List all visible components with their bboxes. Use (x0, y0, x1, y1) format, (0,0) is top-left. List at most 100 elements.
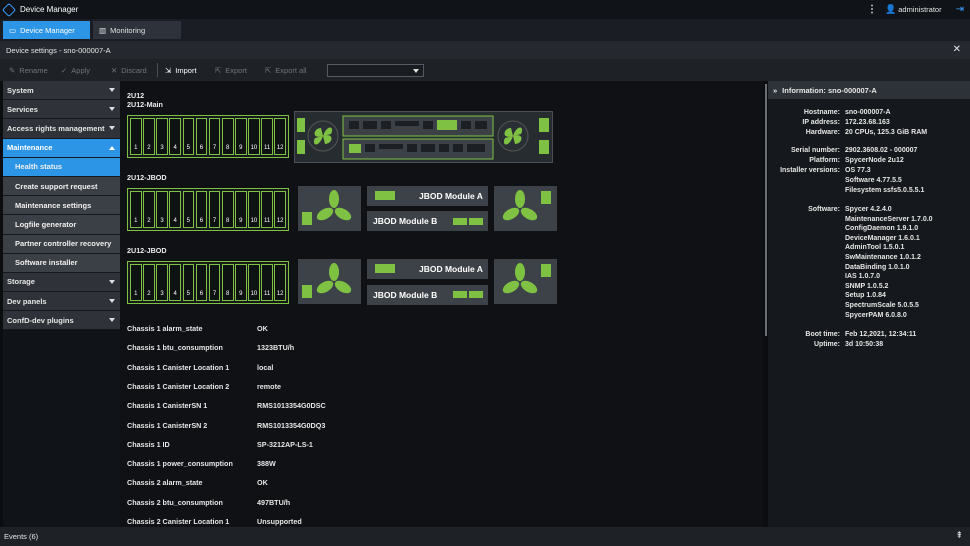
drive-bay[interactable]: 3 (156, 118, 168, 155)
drive-bay[interactable]: 2 (143, 191, 155, 228)
drive-bay[interactable]: 1 (130, 191, 142, 228)
import-icon: ⇲ (165, 65, 172, 75)
sidebar-item-storage[interactable]: Storage (3, 272, 120, 293)
drive-bay[interactable]: 9 (235, 118, 247, 155)
rename-button[interactable]: ✎ Rename (9, 59, 48, 81)
export-all-label: Export all (275, 65, 307, 75)
drive-bay[interactable]: 12 (274, 191, 286, 228)
collapse-icon[interactable]: » (773, 86, 777, 95)
info-key: Platform: (809, 157, 840, 164)
info-value: Spycer 4.2.4.0 (845, 206, 892, 213)
info-value: IAS 1.0.7.0 (845, 273, 881, 281)
drive-bay[interactable]: 8 (221, 264, 234, 301)
module-a-indicator (375, 264, 395, 273)
drive-bay[interactable]: 4 (169, 118, 181, 155)
fan-icon (502, 263, 551, 294)
drive-bay[interactable]: 10 (248, 118, 260, 155)
drive-bay[interactable]: 4 (169, 191, 181, 228)
drive-bay[interactable]: 12 (274, 118, 286, 155)
drive-bay[interactable]: 7 (208, 264, 221, 301)
drive-bay-number: 9 (239, 145, 243, 151)
user-name[interactable]: administrator (898, 5, 941, 14)
drive-bay[interactable]: 2 (143, 264, 155, 301)
sidebar-subitem-maintenance-settings[interactable]: Maintenance settings (3, 196, 120, 216)
sidebar-item-services[interactable]: Services (3, 100, 120, 120)
sidebar-item-maintenance[interactable]: Maintenance (3, 138, 120, 158)
drive-bay[interactable]: 3 (156, 264, 168, 301)
controller-diagram (297, 115, 549, 160)
drive-bay[interactable]: 11 (261, 264, 273, 301)
more-menu-icon[interactable]: ⋮ (867, 4, 877, 15)
controller-unit (294, 111, 553, 163)
info-key: Uptime: (813, 341, 840, 348)
discard-button[interactable]: ✕ Discard (111, 59, 147, 81)
drive-bay[interactable]: 10 (248, 191, 260, 228)
sidebar-item-access-rights[interactable]: Access rights management (3, 119, 120, 139)
drive-bay-number: 8 (226, 218, 230, 224)
drive-bay[interactable]: 6 (195, 264, 208, 301)
sidebar-subitem-support-request[interactable]: Create support request (3, 176, 120, 197)
export-button[interactable]: ⇱ Export (215, 59, 247, 81)
drive-bay[interactable]: 1 (130, 118, 142, 155)
logout-icon[interactable]: ⇥ (956, 4, 964, 15)
drive-bay[interactable]: 11 (261, 191, 273, 228)
import-button[interactable]: ⇲ Import (165, 59, 197, 81)
sidebar-subitem-software-installer[interactable]: Software installer (3, 253, 120, 273)
drive-bay[interactable]: 5 (182, 118, 195, 155)
drive-bay[interactable]: 10 (248, 264, 260, 301)
info-value: DataBinding 1.0.1.0 (845, 263, 910, 271)
drive-bay[interactable]: 8 (221, 191, 234, 228)
property-key: Chassis 1 ID (127, 439, 170, 449)
property-value: OK (257, 478, 268, 488)
tab-monitoring[interactable]: ▥ Monitoring (93, 21, 181, 39)
drive-bay-number: 4 (173, 145, 177, 151)
drive-bay[interactable]: 12 (274, 264, 286, 301)
export-all-button[interactable]: ⇱ Export all (265, 59, 307, 81)
sidebar-subitem-partner-recovery[interactable]: Partner controller recovery (3, 234, 120, 254)
drive-bay[interactable]: 11 (261, 118, 273, 155)
drive-bay-number: 10 (250, 291, 258, 297)
template-select[interactable] (327, 64, 424, 77)
info-value: MaintenanceServer 1.7.0.0 (845, 215, 933, 223)
export-label: Export (225, 65, 247, 75)
drive-bay[interactable]: 9 (235, 264, 247, 301)
drive-bay[interactable]: 8 (221, 118, 234, 155)
tab-device-manager[interactable]: ▭ Device Manager (3, 21, 90, 39)
drive-bays-jbod-2: 1 2 3 4 5 6 7 8 9 10 11 12 (127, 261, 289, 304)
info-key: Hardware: (805, 129, 840, 136)
drive-bay-number: 11 (263, 145, 271, 151)
title-bar: Device Manager ⋮ 👤 administrator ⇥ (0, 0, 970, 19)
drive-bay-number: 3 (160, 291, 164, 297)
drive-bay[interactable]: 6 (195, 118, 208, 155)
drive-bay[interactable]: 3 (156, 191, 168, 228)
drive-bay[interactable]: 5 (182, 264, 195, 301)
drive-bay[interactable]: 7 (208, 191, 221, 228)
sidebar-item-label: Software installer (15, 258, 78, 268)
drive-bay[interactable]: 2 (143, 118, 155, 155)
drive-bay[interactable]: 9 (235, 191, 247, 228)
sidebar-item-dev-panels[interactable]: Dev panels (3, 292, 120, 312)
drive-bay[interactable]: 4 (169, 264, 181, 301)
drive-bay-number: 10 (250, 145, 258, 151)
property-key: Chassis 1 power_consumption (127, 459, 233, 469)
sidebar-subitem-health-status[interactable]: Health status (3, 157, 120, 177)
property-value: 1323BTU/h (257, 343, 295, 353)
apply-button[interactable]: ✓ Apply (61, 59, 90, 81)
expand-icon[interactable]: ⇞ (955, 530, 963, 541)
apply-label: Apply (71, 65, 91, 75)
main-scrollbar[interactable] (765, 84, 767, 336)
sidebar-item-system[interactable]: System (3, 81, 120, 101)
jbod-1-psu-right (494, 186, 557, 231)
drive-bay-number: 7 (212, 145, 217, 151)
close-icon[interactable]: ✕ (953, 44, 961, 55)
module-a-label: JBOD Module A (419, 191, 483, 201)
drive-bay[interactable]: 5 (182, 191, 195, 228)
drive-bay-number: 6 (199, 291, 204, 297)
sidebar-item-confd-plugins[interactable]: ConfD-dev plugins (3, 311, 120, 331)
events-bar[interactable]: Events (6) ⇞ (0, 527, 970, 546)
sidebar-subitem-logfile-generator[interactable]: Logfile generator (3, 215, 120, 235)
drive-bay[interactable]: 7 (208, 118, 221, 155)
drive-bay[interactable]: 6 (195, 191, 208, 228)
drive-bay[interactable]: 1 (130, 264, 142, 301)
tab-label: Device Manager (20, 25, 75, 35)
